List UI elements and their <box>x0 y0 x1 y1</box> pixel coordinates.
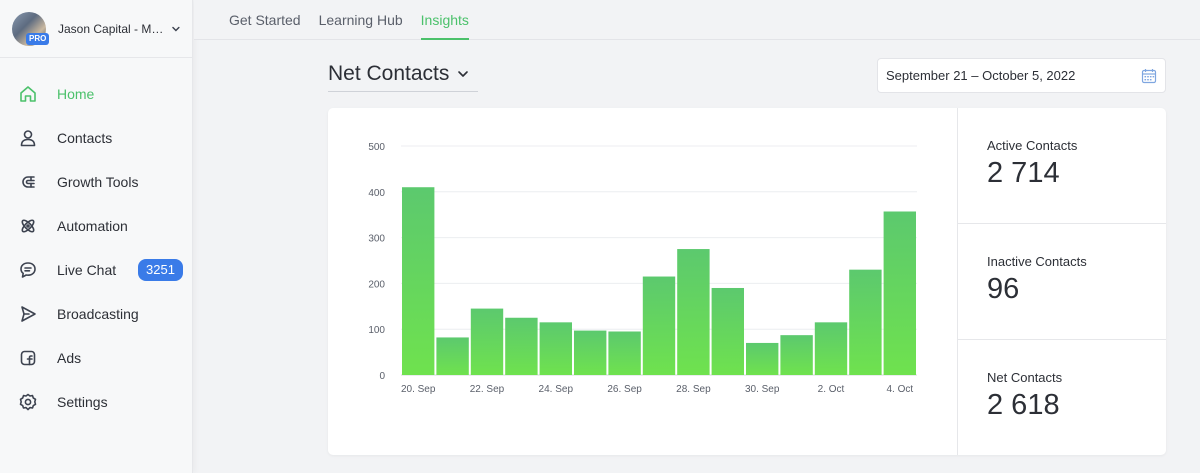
bar-chart: 0 100 200 300 400 500 20. Sep 22. Sep 24. Sep 26.… <box>368 142 917 395</box>
sidebar-item-label: Ads <box>57 350 82 366</box>
chart-bar[interactable] <box>711 287 744 375</box>
x-tick-label: 20. Sep <box>401 384 436 395</box>
gear-icon <box>19 393 37 411</box>
stat-label: Inactive Contacts <box>987 254 1087 269</box>
x-tick-label: 2. Oct <box>818 384 845 395</box>
home-icon <box>20 86 36 102</box>
chart-bar[interactable] <box>574 330 607 375</box>
sidebar-item-label: Automation <box>57 218 128 234</box>
sidebar-item-label: Contacts <box>57 130 113 146</box>
sidebar-item-broadcasting[interactable]: Broadcasting <box>0 292 192 336</box>
report-title: Net Contacts <box>328 62 450 85</box>
stat-active-contacts: Active Contacts 2 714 <box>958 108 1166 224</box>
stat-value: 2 618 <box>987 389 1060 421</box>
sidebar-item-ads[interactable]: Ads <box>0 336 192 380</box>
sidebar: PRO Jason Capital - Ma... Home Contacts … <box>0 0 193 473</box>
x-tick-label: 24. Sep <box>539 384 574 395</box>
y-tick-label: 500 <box>368 142 385 153</box>
chart-bar[interactable] <box>814 322 848 375</box>
live-chat-count-badge: 3251 <box>138 259 183 281</box>
send-icon <box>21 306 36 322</box>
pro-badge: PRO <box>26 32 50 45</box>
x-tick-label: 4. Oct <box>886 384 913 395</box>
x-tick-label: 22. Sep <box>470 384 505 395</box>
x-tick-label: 26. Sep <box>607 384 642 395</box>
avatar: PRO <box>12 11 50 46</box>
chart-bar[interactable] <box>608 331 641 375</box>
chart-bar[interactable] <box>849 269 882 375</box>
x-tick-label: 30. Sep <box>745 384 780 395</box>
stats-panel: Active Contacts 2 714 Inactive Contacts … <box>957 108 1166 455</box>
user-icon <box>20 130 36 147</box>
insights-card: 0 100 200 300 400 500 20. Sep 22. Sep 24. Sep 26.… <box>328 108 1166 455</box>
chart-bar[interactable] <box>642 276 676 375</box>
tab-get-started[interactable]: Get Started <box>229 0 301 40</box>
stat-value: 96 <box>987 273 1020 305</box>
stat-value: 2 714 <box>987 157 1060 189</box>
sidebar-item-label: Growth Tools <box>57 174 139 190</box>
sidebar-item-automation[interactable]: Automation <box>0 204 192 248</box>
chart-bar[interactable] <box>539 322 572 375</box>
stat-label: Active Contacts <box>987 138 1078 153</box>
sidebar-item-contacts[interactable]: Contacts <box>0 116 192 160</box>
tab-learning-hub[interactable]: Learning Hub <box>319 0 403 40</box>
chart-bar[interactable] <box>677 249 710 375</box>
account-switcher[interactable]: PRO Jason Capital - Ma... <box>0 0 192 58</box>
sidebar-item-growth-tools[interactable]: Growth Tools <box>0 160 192 204</box>
stat-net-contacts: Net Contacts 2 618 <box>958 340 1166 456</box>
chart-bar[interactable] <box>780 335 813 375</box>
chart-bar[interactable] <box>746 342 779 375</box>
date-range-picker[interactable]: September 21 – October 5, 2022 <box>877 58 1166 93</box>
y-tick-label: 200 <box>368 279 385 290</box>
magnet-icon <box>22 176 35 188</box>
y-tick-label: 100 <box>368 325 385 336</box>
x-tick-label: 28. Sep <box>676 384 711 395</box>
net-contacts-chart: 0 100 200 300 400 500 20. Sep 22. Sep 24. Sep 26.… <box>328 108 957 455</box>
sidebar-nav: Home Contacts Growth Tools Automation Li… <box>0 58 192 424</box>
sidebar-item-settings[interactable]: Settings <box>0 380 192 424</box>
sidebar-item-live-chat[interactable]: Live Chat 3251 <box>0 248 192 292</box>
sidebar-item-label: Home <box>57 86 95 102</box>
chart-bar[interactable] <box>436 337 469 375</box>
chart-bar[interactable] <box>402 187 435 375</box>
chat-icon <box>20 262 36 278</box>
sidebar-item-home[interactable]: Home <box>0 72 192 116</box>
y-tick-label: 300 <box>368 234 385 245</box>
sidebar-item-label: Settings <box>57 394 108 410</box>
report-selector[interactable]: Net Contacts <box>328 62 478 92</box>
sidebar-item-label: Broadcasting <box>57 306 139 322</box>
y-tick-label: 0 <box>379 371 385 382</box>
date-range-value: September 21 – October 5, 2022 <box>886 68 1076 83</box>
sidebar-item-label: Live Chat <box>57 262 117 278</box>
stat-inactive-contacts: Inactive Contacts 96 <box>958 224 1166 340</box>
calendar-icon <box>1141 69 1157 84</box>
chart-bar[interactable] <box>883 211 916 375</box>
chart-bar[interactable] <box>505 317 538 375</box>
y-tick-label: 400 <box>368 188 385 199</box>
top-tabs: Get Started Learning Hub Insights <box>194 0 1200 40</box>
tab-insights[interactable]: Insights <box>420 0 470 40</box>
chart-bar[interactable] <box>470 308 504 375</box>
stat-label: Net Contacts <box>987 370 1063 385</box>
facebook-icon <box>20 350 36 366</box>
automation-icon <box>21 219 35 233</box>
chevron-down-icon <box>172 26 180 32</box>
account-name: Jason Capital - Ma... <box>58 21 165 36</box>
chevron-down-icon <box>458 71 469 77</box>
